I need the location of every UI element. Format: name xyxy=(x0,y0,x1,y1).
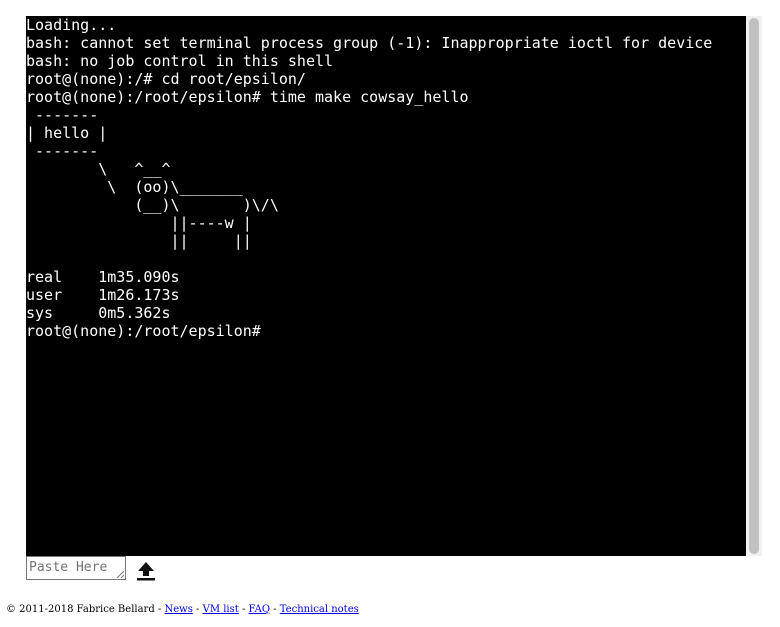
footer-link-vm-list[interactable]: VM list xyxy=(203,604,239,615)
footer: © 2011-2018 Fabrice Bellard - News - VM … xyxy=(6,604,359,615)
upload-button[interactable] xyxy=(134,560,158,582)
terminal-scrollbar[interactable] xyxy=(746,16,762,556)
footer-copyright: © 2011-2018 Fabrice Bellard - xyxy=(6,604,165,615)
paste-input[interactable] xyxy=(26,556,126,580)
footer-link-technical-notes[interactable]: Technical notes xyxy=(280,604,359,615)
footer-separator: - xyxy=(270,604,280,615)
footer-link-faq[interactable]: FAQ xyxy=(249,604,271,615)
upload-icon xyxy=(137,562,155,581)
footer-link-news[interactable]: News xyxy=(164,604,192,615)
footer-separator: - xyxy=(238,604,249,615)
scrollbar-thumb[interactable] xyxy=(749,18,759,554)
terminal-screen[interactable]: Loading... bash: cannot set terminal pro… xyxy=(26,16,746,556)
terminal-output: Loading... bash: cannot set terminal pro… xyxy=(26,16,713,340)
resize-grip-icon[interactable] xyxy=(116,570,124,578)
footer-separator: - xyxy=(192,604,203,615)
